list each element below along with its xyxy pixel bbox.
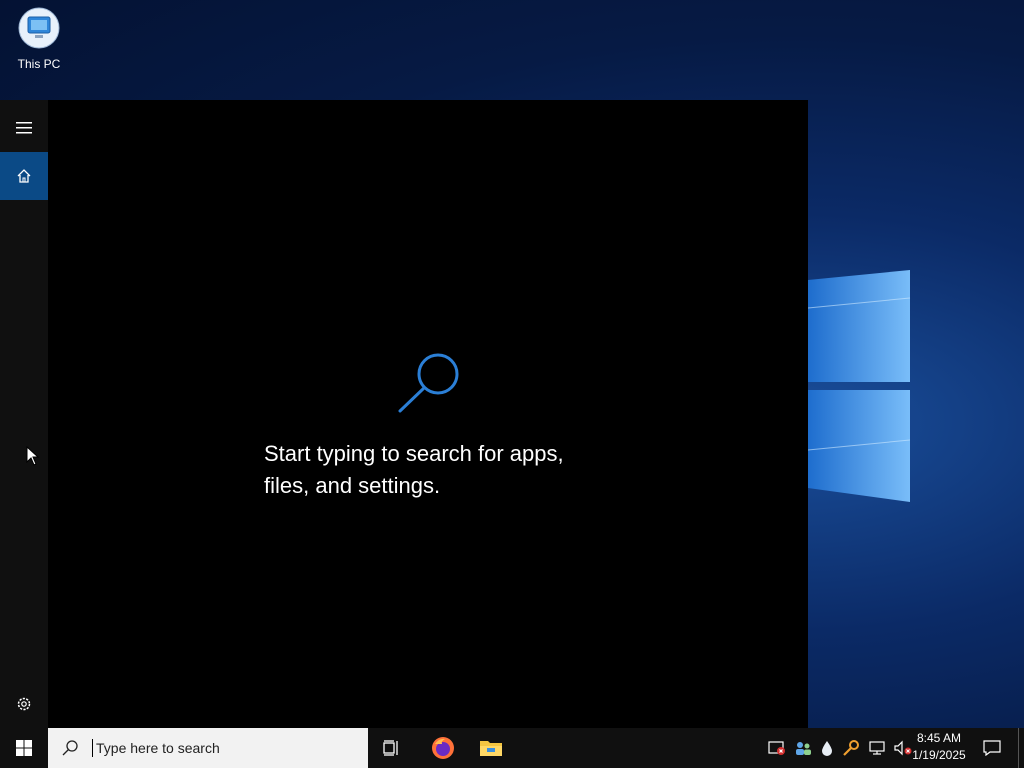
firefox-icon: [432, 737, 454, 759]
settings-button[interactable]: [0, 680, 48, 728]
gear-icon: [17, 697, 31, 711]
search-illustration-icon: [398, 353, 459, 413]
start-search-panel: Start typing to search for apps, files, …: [0, 100, 808, 728]
search-icon: [62, 740, 78, 756]
task-view-button[interactable]: [372, 728, 412, 768]
network-icon[interactable]: [868, 740, 886, 756]
search-input[interactable]: [94, 739, 358, 757]
windows-wallpaper-logo: [808, 270, 911, 502]
this-pc-icon: [18, 7, 60, 49]
home-button[interactable]: [0, 152, 48, 200]
desktop-icon-label: This PC: [17, 57, 61, 71]
taskbar: 8:45 AM 1/19/2025: [0, 728, 1024, 768]
droplet-icon[interactable]: [820, 740, 834, 756]
file-explorer-taskbar-button[interactable]: [470, 728, 512, 768]
action-center-icon: [983, 740, 1001, 756]
windows-start-icon: [16, 740, 32, 756]
action-center-button[interactable]: [974, 728, 1010, 768]
key-icon[interactable]: [842, 740, 860, 756]
show-desktop-button[interactable]: [1018, 728, 1024, 768]
menu-button[interactable]: [0, 104, 48, 152]
people-icon[interactable]: [794, 740, 812, 756]
clock-date: 1/19/2025: [912, 748, 966, 762]
text-caret: [92, 739, 93, 757]
home-icon: [17, 169, 31, 183]
mouse-cursor-icon: [26, 446, 40, 466]
search-hint: Start typing to search for apps, files, …: [264, 438, 644, 502]
taskbar-search-box[interactable]: [48, 728, 368, 768]
search-hint-line-1: Start typing to search for apps,: [264, 441, 564, 466]
clock-time: 8:45 AM: [916, 731, 962, 745]
hamburger-icon: [16, 122, 32, 134]
start-button[interactable]: [0, 728, 48, 768]
search-hint-line-2: files, and settings.: [264, 473, 441, 498]
start-rail: [0, 100, 48, 728]
task-view-icon: [383, 740, 398, 756]
security-alert-icon[interactable]: [768, 740, 786, 756]
folder-icon: [480, 741, 502, 756]
system-tray: [764, 728, 916, 768]
taskbar-clock[interactable]: 8:45 AM 1/19/2025: [904, 730, 974, 764]
desktop-icon-this-pc[interactable]: This PC: [8, 4, 70, 71]
firefox-taskbar-button[interactable]: [422, 728, 464, 768]
